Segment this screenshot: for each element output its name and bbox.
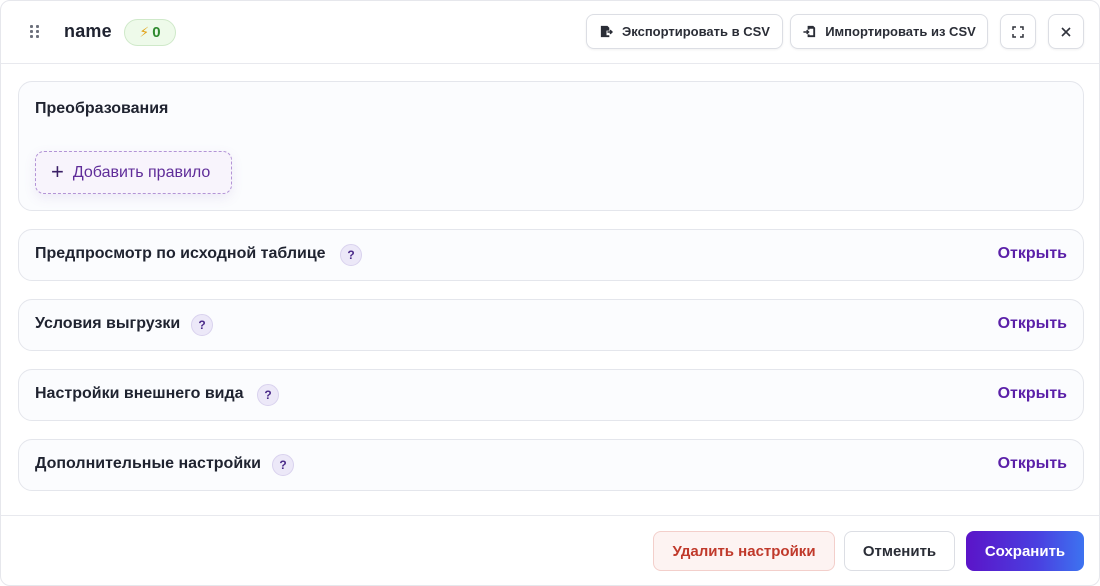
help-icon[interactable]: ? <box>340 244 362 266</box>
modal-header: name ⚡ 0 Экспортировать в CSV Импортиров… <box>1 1 1099 64</box>
fullscreen-icon <box>1012 25 1024 38</box>
section-label: Предпросмотр по исходной таблице <box>35 245 326 262</box>
plus-icon: + <box>51 158 64 184</box>
import-icon <box>803 25 816 38</box>
section-label: Настройки внешнего вида <box>35 385 244 402</box>
section-label: Дополнительные настройки <box>35 455 261 472</box>
drag-handle-icon[interactable] <box>30 25 42 41</box>
open-link[interactable]: Открыть <box>998 455 1067 473</box>
open-link[interactable]: Открыть <box>998 385 1067 403</box>
transformations-title: Преобразования <box>35 100 169 117</box>
add-rule-label: Добавить правило <box>72 163 211 181</box>
settings-modal: name ⚡ 0 Экспортировать в CSV Импортиров… <box>0 0 1100 586</box>
import-csv-label: Импортировать из CSV <box>825 24 976 39</box>
help-icon[interactable]: ? <box>191 314 213 336</box>
export-csv-label: Экспортировать в CSV <box>622 24 770 39</box>
open-link[interactable]: Открыть <box>998 245 1067 263</box>
help-icon[interactable]: ? <box>257 384 279 406</box>
section-appearance[interactable]: Настройки внешнего вида ? Открыть <box>18 369 1084 421</box>
section-export-conditions[interactable]: Условия выгрузки ? Открыть <box>18 299 1084 351</box>
modal-footer: Удалить настройки Отменить Сохранить <box>1 515 1099 585</box>
export-csv-button[interactable]: Экспортировать в CSV <box>586 14 783 49</box>
rules-count: 0 <box>152 24 161 41</box>
delete-settings-button[interactable]: Удалить настройки <box>653 531 835 571</box>
section-preview[interactable]: Предпросмотр по исходной таблице ? Откры… <box>18 229 1084 281</box>
close-button[interactable] <box>1048 14 1084 49</box>
section-label: Условия выгрузки <box>35 315 181 332</box>
open-link[interactable]: Открыть <box>998 315 1067 333</box>
help-icon[interactable]: ? <box>272 454 294 476</box>
fullscreen-button[interactable] <box>1000 14 1036 49</box>
save-button[interactable]: Сохранить <box>966 531 1084 571</box>
section-advanced[interactable]: Дополнительные настройки ? Открыть <box>18 439 1084 491</box>
import-csv-button[interactable]: Импортировать из CSV <box>790 14 988 49</box>
rules-count-badge: ⚡ 0 <box>124 19 176 46</box>
transformations-panel: Преобразования + Добавить правило <box>18 81 1084 211</box>
page-title: name <box>64 21 112 41</box>
add-rule-button[interactable]: + Добавить правило <box>35 151 232 194</box>
cancel-button[interactable]: Отменить <box>844 531 955 571</box>
lightning-icon: ⚡ <box>139 24 150 40</box>
close-icon <box>1061 26 1071 37</box>
export-icon <box>600 25 613 38</box>
